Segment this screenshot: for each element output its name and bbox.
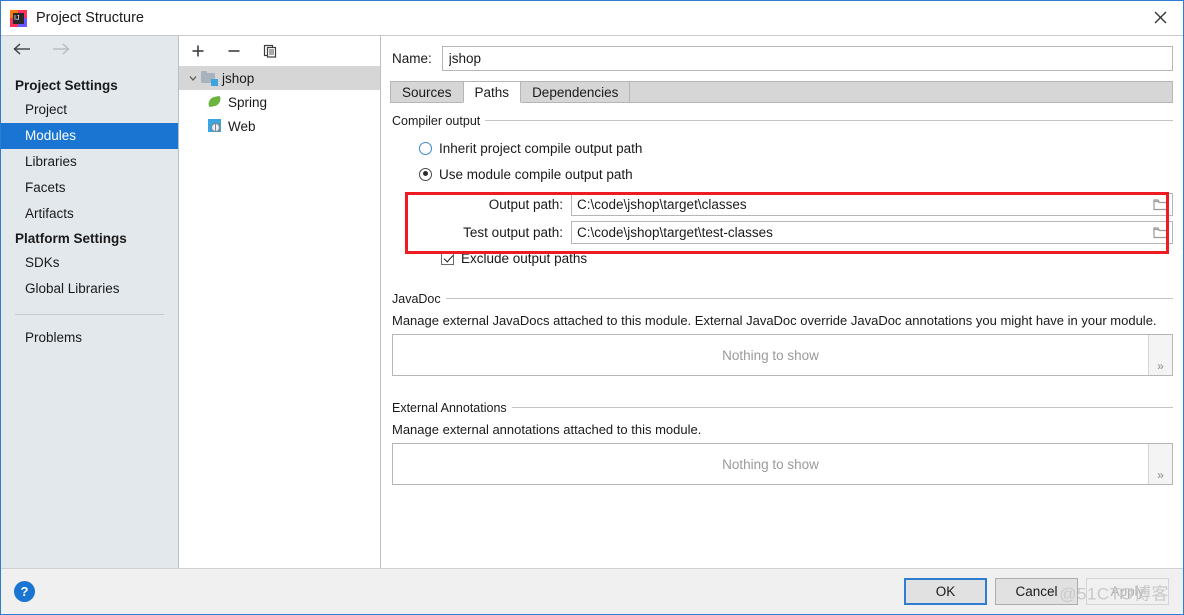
title-bar: Project Structure <box>1 1 1183 35</box>
folder-browse-icon[interactable] <box>1148 222 1172 243</box>
output-path-field[interactable] <box>571 192 1173 216</box>
module-icon <box>201 70 218 86</box>
external-annotations-expander-button[interactable]: » <box>1148 444 1172 484</box>
module-tabs: Sources Paths Dependencies <box>381 80 1183 103</box>
test-output-path-input[interactable] <box>572 221 1148 243</box>
sidebar-item-modules[interactable]: Modules <box>1 123 178 149</box>
apply-button: Apply <box>1086 578 1169 605</box>
exclude-output-paths-checkbox[interactable] <box>441 251 454 265</box>
inherit-output-path-radio[interactable] <box>419 141 432 155</box>
sidebar-item-project[interactable]: Project <box>1 97 178 123</box>
sidebar-item-facets[interactable]: Facets <box>1 175 178 201</box>
tree-node-label: Web <box>228 118 256 134</box>
external-annotations-title: External Annotations <box>392 400 507 415</box>
tab-paths[interactable]: Paths <box>462 81 522 103</box>
external-annotations-group: External Annotations Manage external ann… <box>392 399 1173 485</box>
sidebar-group-project-settings: Project Settings <box>15 78 118 93</box>
minus-icon[interactable] <box>224 41 244 61</box>
plus-icon[interactable] <box>188 41 208 61</box>
module-name-row: Name: <box>381 36 1183 80</box>
sidebar-group-platform-settings: Platform Settings <box>15 231 127 246</box>
tab-sources[interactable]: Sources <box>390 81 464 103</box>
compiler-output-header: Compiler output <box>392 112 1173 129</box>
tree-node-label: Spring <box>228 94 268 110</box>
javadoc-description: Manage external JavaDocs attached to thi… <box>392 313 1157 328</box>
sidebar-item-sdks[interactable]: SDKs <box>1 250 178 276</box>
module-output-path-label: Use module compile output path <box>439 166 633 182</box>
cancel-button[interactable]: Cancel <box>995 578 1078 605</box>
javadoc-group: JavaDoc Manage external JavaDocs attache… <box>392 290 1173 376</box>
module-settings-content: Name: Sources Paths Dependencies Compile… <box>381 36 1183 568</box>
module-name-input[interactable] <box>441 45 1173 71</box>
inherit-output-path-label: Inherit project compile output path <box>439 140 643 156</box>
paths-panel: Compiler output Inherit project compile … <box>381 103 1183 568</box>
output-path-row: Output path: <box>392 190 1173 218</box>
group-divider <box>511 407 1173 408</box>
javadoc-empty-text: Nothing to show <box>722 347 819 363</box>
arrow-left-icon[interactable] <box>11 42 33 60</box>
window-title: Project Structure <box>36 10 144 26</box>
ok-button[interactable]: OK <box>904 578 987 605</box>
close-icon[interactable] <box>1137 1 1183 34</box>
javadoc-header: JavaDoc <box>392 290 1173 307</box>
tree-node-spring[interactable]: Spring <box>179 90 380 114</box>
tree-node-web[interactable]: Web <box>179 114 380 138</box>
external-annotations-description: Manage external annotations attached to … <box>392 422 702 437</box>
copy-icon[interactable] <box>260 41 280 61</box>
test-output-path-row: Test output path: <box>392 218 1173 246</box>
sidebar-list: Project Settings Project Modules Librari… <box>1 66 178 351</box>
compiler-output-title: Compiler output <box>392 113 481 128</box>
web-icon <box>207 118 223 134</box>
sidebar-item-problems[interactable]: Problems <box>1 325 178 351</box>
project-structure-dialog: Project Structure <box>0 0 1184 615</box>
javadoc-expander-button[interactable]: » <box>1148 335 1172 375</box>
module-output-path-radio[interactable] <box>419 167 432 181</box>
test-output-path-field[interactable] <box>571 220 1173 244</box>
module-name-label: Name: <box>392 50 432 66</box>
javadoc-list[interactable]: Nothing to show » <box>392 334 1173 376</box>
sidebar-item-global-libraries[interactable]: Global Libraries <box>1 276 178 302</box>
test-output-path-label: Test output path: <box>463 224 563 240</box>
group-divider <box>445 298 1173 299</box>
sidebar-item-libraries[interactable]: Libraries <box>1 149 178 175</box>
folder-browse-icon[interactable] <box>1148 194 1172 215</box>
external-annotations-list[interactable]: Nothing to show » <box>392 443 1173 485</box>
external-annotations-header: External Annotations <box>392 399 1173 416</box>
tree-node-label: jshop <box>222 70 255 86</box>
intellij-idea-logo <box>10 9 27 27</box>
tab-filler <box>628 81 1173 103</box>
settings-sidebar: Project Settings Project Modules Librari… <box>1 36 179 568</box>
tree-node-jshop[interactable]: jshop <box>179 66 380 90</box>
module-tree-panel: jshop Spring Web <box>179 36 381 568</box>
sidebar-item-artifacts[interactable]: Artifacts <box>1 201 178 227</box>
inherit-output-path-radio-row[interactable]: Inherit project compile output path <box>392 135 1173 161</box>
chevron-down-icon[interactable] <box>185 70 201 86</box>
module-tree-toolbar <box>179 36 380 66</box>
sidebar-nav-arrows <box>1 36 178 66</box>
arrow-right-icon <box>50 42 72 60</box>
group-divider <box>485 120 1173 121</box>
module-output-path-radio-row[interactable]: Use module compile output path <box>392 161 1173 187</box>
javadoc-title: JavaDoc <box>392 291 441 306</box>
sidebar-divider <box>15 314 164 315</box>
dialog-footer: ? OK Cancel Apply @51CTO博客 <box>1 568 1183 614</box>
spring-icon <box>207 94 223 110</box>
module-tree: jshop Spring Web <box>179 66 380 568</box>
exclude-output-paths-row[interactable]: Exclude output paths <box>392 246 1173 270</box>
tab-dependencies[interactable]: Dependencies <box>520 81 631 103</box>
help-icon[interactable]: ? <box>14 581 35 602</box>
output-path-label: Output path: <box>488 196 563 212</box>
compiler-output-group: Compiler output Inherit project compile … <box>392 112 1173 270</box>
output-path-input[interactable] <box>572 193 1148 215</box>
dialog-body: Project Settings Project Modules Librari… <box>1 35 1183 568</box>
exclude-output-paths-label: Exclude output paths <box>461 250 588 266</box>
external-annotations-empty-text: Nothing to show <box>722 456 819 472</box>
